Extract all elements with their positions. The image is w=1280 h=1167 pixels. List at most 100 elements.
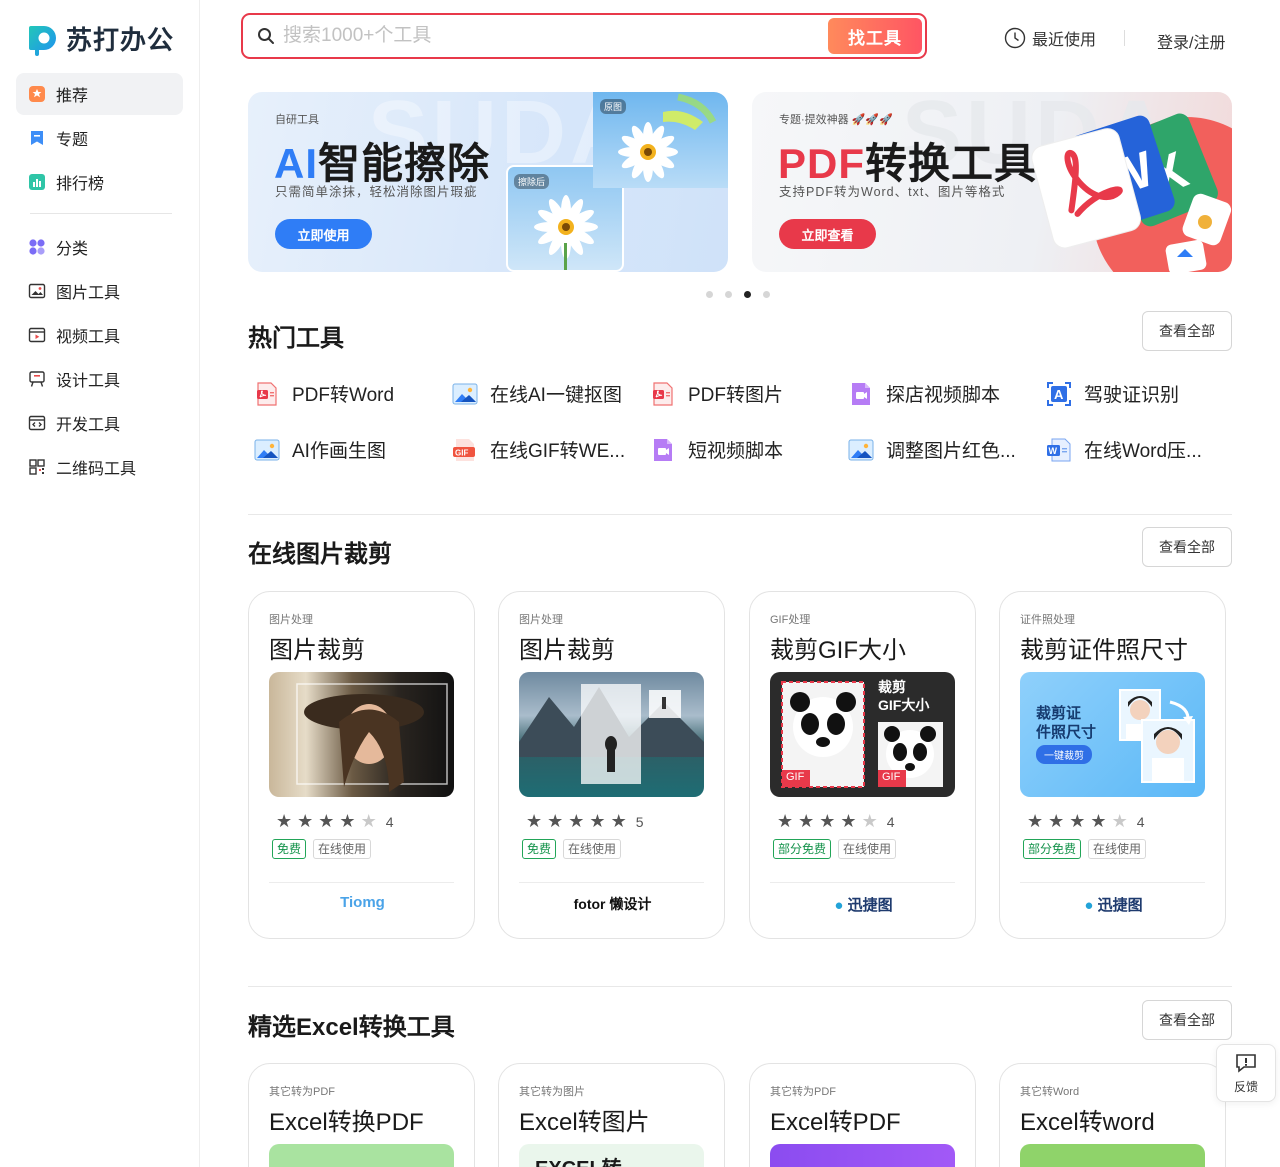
card-title: Excel转PDF xyxy=(770,1109,901,1136)
search-input[interactable] xyxy=(283,23,823,49)
sidebar-divider xyxy=(30,213,172,214)
thumb-caption: EXCEL转 xyxy=(535,1152,622,1167)
star-icon: ★ xyxy=(526,811,543,831)
sidebar-item-ranking[interactable]: 排行榜 xyxy=(16,161,183,203)
tool-license-ocr[interactable]: A 驾驶证识别 xyxy=(1046,380,1236,407)
tool-ai-painting[interactable]: AI作画生图 xyxy=(254,436,444,463)
tool-pdf-to-image[interactable]: PDF转图片 xyxy=(650,380,840,407)
sidebar-item-topic[interactable]: 专题 xyxy=(16,117,183,159)
feedback-icon xyxy=(1217,1053,1275,1076)
star-icon: ★ xyxy=(1027,811,1044,831)
tool-store-video-script[interactable]: 探店视频脚本 xyxy=(848,380,1038,407)
sidebar-item-category[interactable]: 分类 xyxy=(16,226,183,268)
image-icon xyxy=(848,437,874,463)
tool-label: 驾驶证识别 xyxy=(1084,385,1180,406)
online-badge: 在线使用 xyxy=(1088,839,1147,859)
carousel-dot[interactable] xyxy=(725,291,732,298)
star-icon: ★ xyxy=(297,811,314,831)
carousel-dot[interactable] xyxy=(763,291,770,298)
gif-tag: GIF xyxy=(786,771,805,783)
card-separator xyxy=(1020,882,1205,883)
sidebar-item-dev-tools[interactable]: 开发工具 xyxy=(16,402,183,444)
after-label: 擦除后 xyxy=(514,174,550,189)
excel-card[interactable]: 其它转Word Excel转word xyxy=(999,1063,1226,1167)
tool-label: 探店视频脚本 xyxy=(886,385,1001,406)
carousel-dot-active[interactable] xyxy=(744,291,751,298)
tool-short-video-script[interactable]: 短视频脚本 xyxy=(650,436,840,463)
online-badge: 在线使用 xyxy=(563,839,622,859)
rating-value: 4 xyxy=(385,813,394,830)
crop-card[interactable]: 图片处理 图片裁剪 ★ ★ ★ ★ ★ 5 免费 在线使用 fotor 懒设计 xyxy=(498,591,725,939)
excel-card[interactable]: 其它转为PDF Excel转换PDF xyxy=(248,1063,475,1167)
design-tool-icon xyxy=(28,370,46,388)
crop-section-title: 在线图片裁剪 xyxy=(248,541,392,568)
star-icon: ★ xyxy=(547,811,564,831)
excel-card[interactable]: 其它转为图片 Excel转图片 EXCEL转 xyxy=(498,1063,725,1167)
word-icon: W xyxy=(1046,437,1072,463)
tool-label: PDF转图片 xyxy=(688,385,784,406)
star-empty-icon: ★ xyxy=(360,811,377,831)
card-rating: ★ ★ ★ ★ ★ 4 xyxy=(276,811,394,832)
banner-view-button[interactable]: 立即查看 xyxy=(779,219,876,249)
card-thumbnail: 裁剪 GIF大小 GIF GIF xyxy=(770,672,955,797)
crop-card[interactable]: 图片处理 图片裁剪 ★ ★ ★ ★ ★ 4 免费 在线使用 Tiomg xyxy=(248,591,475,939)
hot-view-all-button[interactable]: 查看全部 xyxy=(1142,311,1232,351)
banner-ai-erase[interactable]: SUDA 自研工具 AI智能擦除 只需简单涂抹，轻松消除图片瑕疵 立即使用 擦除… xyxy=(248,92,728,272)
source-logo: Tiomg xyxy=(340,894,385,911)
card-rating: ★ ★ ★ ★ ★ 4 xyxy=(777,811,895,832)
hot-tools-title: 热门工具 xyxy=(248,325,344,352)
card-title: 图片裁剪 xyxy=(269,637,365,664)
banner-use-button[interactable]: 立即使用 xyxy=(275,219,372,249)
category-icon xyxy=(28,238,46,256)
price-badge: 免费 xyxy=(522,839,557,859)
tool-label: 在线Word压... xyxy=(1084,441,1202,462)
feedback-button[interactable]: 反馈 xyxy=(1216,1044,1276,1102)
search-button[interactable]: 找工具 xyxy=(828,18,922,54)
card-title: 裁剪GIF大小 xyxy=(770,637,906,664)
sidebar-item-qrcode-tools[interactable]: 二维码工具 xyxy=(16,446,183,488)
sidebar-item-label: 设计工具 xyxy=(56,373,121,390)
sidebar-item-recommend[interactable]: 推荐 xyxy=(16,73,183,115)
tool-ai-cutout[interactable]: 在线AI一键抠图 xyxy=(452,380,642,407)
pdf-icon xyxy=(650,381,676,407)
banner-pdf-convert[interactable]: SUDA 专题·提效神器 🚀🚀🚀 PDF转换工具 支持PDF转为Word、txt… xyxy=(752,92,1232,272)
tool-label: 短视频脚本 xyxy=(688,441,784,462)
feedback-label: 反馈 xyxy=(1233,1080,1258,1094)
star-empty-icon: ★ xyxy=(1111,811,1128,831)
price-badge: 部分免费 xyxy=(773,839,832,859)
carousel-dots xyxy=(706,291,770,298)
video-tool-icon xyxy=(28,326,46,344)
crop-view-all-button[interactable]: 查看全部 xyxy=(1142,527,1232,567)
gif-tag: GIF xyxy=(882,771,901,783)
card-thumbnail: EXCEL转 xyxy=(519,1144,704,1167)
logo-icon xyxy=(26,22,60,56)
tool-pdf-to-word[interactable]: PDF转Word xyxy=(254,380,444,407)
brand-logo[interactable]: 苏打办公 xyxy=(26,20,174,57)
sidebar-item-video-tools[interactable]: 视频工具 xyxy=(16,314,183,356)
online-badge: 在线使用 xyxy=(838,839,897,859)
svg-text:A: A xyxy=(1054,387,1064,402)
qrcode-tool-icon xyxy=(28,458,46,476)
tool-word-compress[interactable]: W 在线Word压... xyxy=(1046,436,1236,463)
thumb-caption: 裁剪 GIF大小 xyxy=(878,679,930,713)
crop-card[interactable]: GIF处理 裁剪GIF大小 裁剪 GIF大小 GIF GIF ★ ★ ★ ★ ★ 4 部分… xyxy=(749,591,976,939)
login-register-link[interactable]: 登录/注册 xyxy=(1157,29,1225,53)
crop-card[interactable]: 证件照处理 裁剪证件照尺寸 裁剪证 件照尺寸 一键裁剪 ★ ★ ★ ★ ★ 4 部分免费在… xyxy=(999,591,1226,939)
card-separator xyxy=(519,882,704,883)
excel-card[interactable]: 其它转为PDF Excel转PDF xyxy=(749,1063,976,1167)
tool-gif-to-webp[interactable]: GIF 在线GIF转WE... xyxy=(452,436,642,463)
tool-adjust-red[interactable]: 调整图片红色... xyxy=(848,436,1038,463)
source-logo: fotor 懒设计 xyxy=(573,896,652,912)
sidebar-item-label: 分类 xyxy=(56,241,89,258)
excel-view-all-button[interactable]: 查看全部 xyxy=(1142,1000,1232,1040)
carousel-dot[interactable] xyxy=(706,291,713,298)
card-separator xyxy=(770,882,955,883)
sidebar-item-label: 图片工具 xyxy=(56,285,121,302)
banner-tag: 自研工具 xyxy=(275,114,319,126)
sidebar-item-design-tools[interactable]: 设计工具 xyxy=(16,358,183,400)
sidebar-item-image-tools[interactable]: 图片工具 xyxy=(16,270,183,312)
clock-icon xyxy=(1004,27,1026,49)
price-badge: 免费 xyxy=(272,839,307,859)
recent-used-link[interactable]: 最近使用 xyxy=(1004,26,1096,50)
topic-icon xyxy=(28,129,46,147)
